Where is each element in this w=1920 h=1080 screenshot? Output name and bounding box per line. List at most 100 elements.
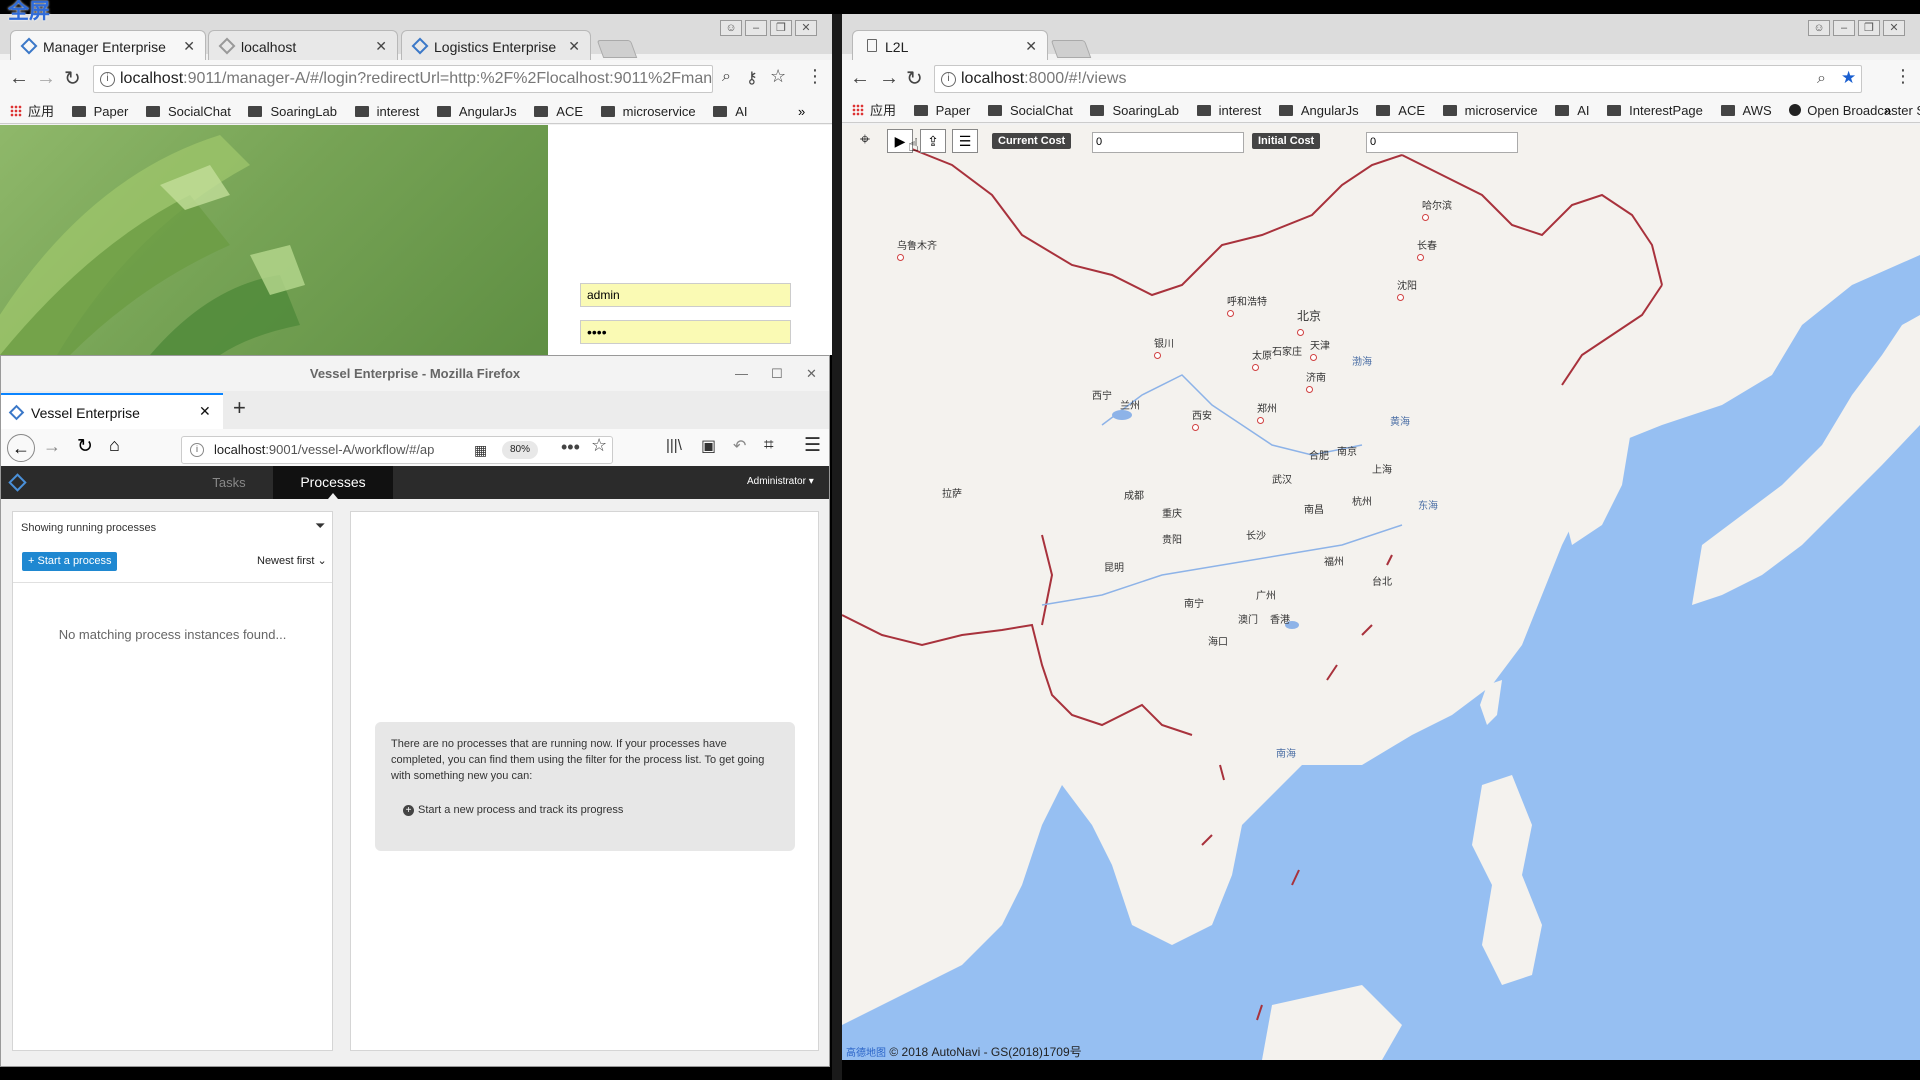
menu-icon[interactable]: ⋮ bbox=[806, 66, 824, 87]
hamburger-menu-icon[interactable]: ☰ bbox=[804, 434, 821, 457]
address-bar[interactable]: i localhost:8000/#!/views ⌕ ★ bbox=[934, 65, 1862, 93]
close-icon[interactable]: ✕ bbox=[1025, 38, 1037, 55]
bookmark-socialchat[interactable]: SocialChat bbox=[987, 99, 1073, 122]
tab-processes[interactable]: Processes bbox=[273, 466, 393, 499]
bookmark-interest[interactable]: interest bbox=[354, 100, 419, 123]
page-actions-icon[interactable]: ••• bbox=[561, 437, 580, 458]
forward-icon[interactable]: → bbox=[36, 67, 56, 90]
maximize-icon[interactable]: ❐ bbox=[770, 20, 792, 36]
apps-icon[interactable] bbox=[852, 104, 864, 116]
bookmark-soaringlab[interactable]: SoaringLab bbox=[1090, 99, 1179, 122]
zoom-icon[interactable]: ⌕ bbox=[1817, 66, 1826, 92]
zoom-icon[interactable]: ⌕ bbox=[722, 68, 731, 86]
bookmark-interestpage[interactable]: InterestPage bbox=[1607, 99, 1703, 122]
bookmarks-overflow-icon[interactable]: » bbox=[798, 100, 805, 123]
bookmark-angularjs[interactable]: AngularJs bbox=[436, 100, 517, 123]
filter-icon[interactable]: ⏷ bbox=[315, 518, 325, 534]
new-tab-button[interactable] bbox=[1050, 40, 1092, 58]
sort-dropdown[interactable]: Newest first ⌄ bbox=[257, 554, 327, 567]
crosshair-icon[interactable]: ⌖ bbox=[852, 129, 878, 153]
china-map[interactable]: 乌鲁木齐 哈尔滨 长春 沈阳 呼和浩特 北京 天津 银川 太原 石家庄 济南 西… bbox=[842, 125, 1920, 1060]
bookmarks-overflow-icon[interactable]: » bbox=[1884, 99, 1891, 122]
maximize-icon[interactable]: ☐ bbox=[771, 356, 783, 391]
info-icon: i bbox=[100, 72, 115, 87]
bookmark-aws[interactable]: AWS bbox=[1720, 99, 1772, 122]
bookmark-interest[interactable]: interest bbox=[1196, 99, 1261, 122]
bookmark-soaringlab[interactable]: SoaringLab bbox=[248, 100, 337, 123]
zoom-level-badge[interactable]: 80% bbox=[502, 441, 539, 459]
app-logo-icon bbox=[8, 473, 27, 492]
undo-icon[interactable]: ↶ bbox=[733, 436, 746, 456]
bookmark-ace[interactable]: ACE bbox=[1376, 99, 1425, 122]
username-field[interactable]: admin bbox=[580, 283, 791, 307]
minimize-icon[interactable]: – bbox=[1833, 20, 1855, 36]
bookmark-microservice[interactable]: microservice bbox=[1442, 99, 1538, 122]
new-tab-button[interactable] bbox=[596, 40, 638, 58]
back-icon[interactable]: ← bbox=[9, 67, 29, 90]
filter-label: Showing running processes bbox=[21, 522, 157, 534]
bookmark-ace[interactable]: ACE bbox=[534, 100, 583, 123]
minimize-icon[interactable]: – bbox=[745, 20, 767, 36]
reload-icon[interactable]: ↻ bbox=[77, 435, 93, 458]
crop-icon[interactable]: ⌗ bbox=[764, 435, 774, 455]
sea-label: 渤海 bbox=[1352, 357, 1372, 368]
firefox-address-bar[interactable]: i localhost:9001/vessel-A/workflow/#/ap … bbox=[181, 436, 613, 464]
tab-manager-enterprise[interactable]: Manager Enterprise ✕ bbox=[10, 30, 206, 60]
close-icon[interactable]: ✕ bbox=[1883, 20, 1905, 36]
bookmark-paper[interactable]: Paper bbox=[71, 100, 128, 123]
forward-icon[interactable]: → bbox=[43, 436, 61, 457]
key-icon[interactable]: ⚷ bbox=[746, 68, 758, 88]
tab-l2l[interactable]: L2L ✕ bbox=[852, 30, 1048, 60]
close-icon[interactable]: ✕ bbox=[795, 20, 817, 36]
bookmark-ai[interactable]: AI bbox=[713, 100, 748, 123]
close-icon[interactable]: ✕ bbox=[183, 38, 195, 55]
menu-icon[interactable]: ⋮ bbox=[1894, 66, 1912, 87]
new-tab-icon[interactable]: + bbox=[233, 395, 246, 421]
close-icon[interactable]: ✕ bbox=[806, 356, 817, 391]
upload-button[interactable]: ⇪ bbox=[920, 129, 946, 153]
close-icon[interactable]: ✕ bbox=[568, 38, 580, 55]
bookmark-open-broadcaster[interactable]: Open Broadcaster S bbox=[1789, 99, 1920, 122]
city-label: 南宁 bbox=[1184, 599, 1204, 610]
bookmark-apps[interactable]: 应用 bbox=[28, 100, 54, 123]
reload-icon[interactable]: ↻ bbox=[64, 66, 81, 91]
profile-icon[interactable]: ☺ bbox=[1808, 20, 1830, 36]
start-process-button[interactable]: + Start a process bbox=[22, 552, 118, 571]
folder-icon bbox=[713, 106, 728, 117]
bookmark-apps[interactable]: 应用 bbox=[870, 99, 896, 122]
bookmark-ai[interactable]: AI bbox=[1555, 99, 1590, 122]
minimize-icon[interactable]: — bbox=[735, 356, 748, 391]
apps-icon[interactable] bbox=[10, 105, 22, 117]
library-icon[interactable]: |||\ bbox=[666, 437, 682, 454]
address-bar[interactable]: i localhost:9011/manager-A/#/login?redire… bbox=[93, 65, 713, 93]
tab-logistics-enterprise[interactable]: Logistics Enterprise ✕ bbox=[401, 30, 591, 60]
user-menu[interactable]: Administrator ▾ bbox=[747, 476, 814, 487]
close-icon[interactable]: ✕ bbox=[199, 403, 211, 420]
star-icon[interactable]: ☆ bbox=[770, 66, 786, 87]
tab-tasks[interactable]: Tasks bbox=[181, 466, 277, 499]
map-attribution: 高德地图 © 2018 AutoNavi - GS(2018)1709号 bbox=[846, 1045, 1082, 1059]
start-new-process-link[interactable]: + Start a new process and track its progr… bbox=[391, 802, 781, 818]
home-icon[interactable]: ⌂ bbox=[109, 435, 120, 456]
sidebar-icon[interactable]: ▣ bbox=[701, 436, 716, 456]
current-cost-input[interactable]: 0 bbox=[1092, 132, 1244, 153]
bookmark-socialchat[interactable]: SocialChat bbox=[145, 100, 231, 123]
initial-cost-input[interactable]: 0 bbox=[1366, 132, 1518, 153]
tab-localhost[interactable]: localhost ✕ bbox=[208, 30, 398, 60]
qr-code-icon[interactable]: ▦ bbox=[474, 437, 487, 463]
bookmark-paper[interactable]: Paper bbox=[913, 99, 970, 122]
star-icon[interactable]: ★ bbox=[1841, 66, 1856, 91]
back-icon[interactable]: ← bbox=[7, 434, 35, 462]
close-icon[interactable]: ✕ bbox=[375, 38, 387, 55]
forward-icon[interactable]: → bbox=[879, 67, 899, 90]
tab-vessel-enterprise[interactable]: Vessel Enterprise ✕ bbox=[1, 393, 223, 429]
bookmark-microservice[interactable]: microservice bbox=[600, 100, 696, 123]
list-menu-button[interactable]: ☰ bbox=[952, 129, 978, 153]
profile-icon[interactable]: ☺ bbox=[720, 20, 742, 36]
bookmark-angularjs[interactable]: AngularJs bbox=[1278, 99, 1359, 122]
password-field[interactable]: •••• bbox=[580, 320, 791, 344]
star-icon[interactable]: ☆ bbox=[591, 435, 607, 456]
maximize-icon[interactable]: ❐ bbox=[1858, 20, 1880, 36]
back-icon[interactable]: ← bbox=[850, 67, 870, 90]
reload-icon[interactable]: ↻ bbox=[906, 66, 923, 91]
